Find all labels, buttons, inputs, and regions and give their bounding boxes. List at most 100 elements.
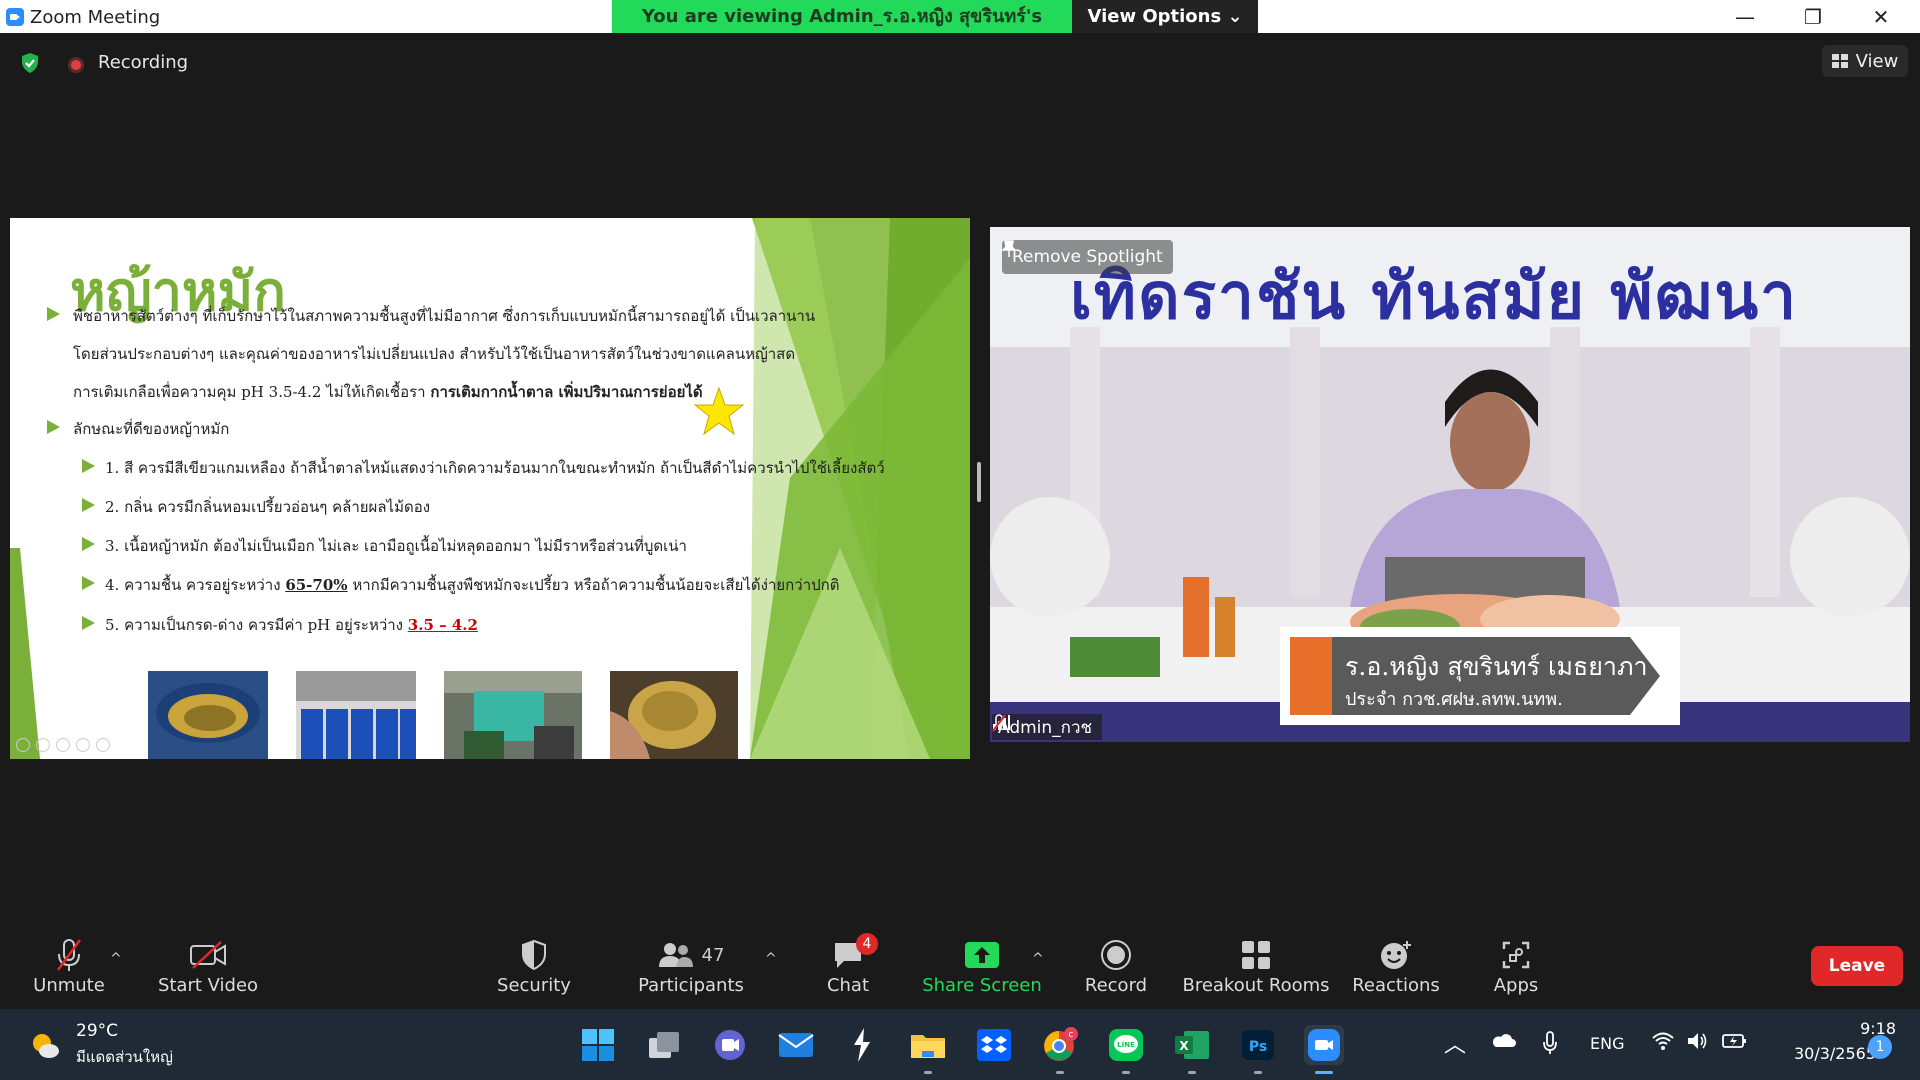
video-off-icon [190, 941, 226, 969]
excel-app[interactable]: X [1172, 1025, 1212, 1074]
record-button[interactable]: Record [1076, 931, 1156, 1009]
notification-badge[interactable]: 1 [1868, 1035, 1892, 1059]
bullet-arrow-icon [82, 498, 95, 512]
stage-backdrop-text: เทิดราชัน ทันสมัย พัฒนา [1070, 259, 1799, 334]
share-screen-button[interactable]: Share Screen [922, 931, 1042, 1009]
slide-list-item: 5. ความเป็นกรด-ด่าง ควรมีค่า pH อยู่ระหว… [105, 613, 478, 637]
spotlight-video-tile[interactable]: เทิดราชัน ทันสมัย พัฒนา ร.อ.หญิง สุขรินท… [990, 227, 1910, 742]
weather-sun-icon[interactable] [30, 1031, 60, 1061]
svg-text:X: X [1179, 1039, 1189, 1053]
file-explorer-app[interactable] [908, 1025, 948, 1074]
share-options-chevron-icon[interactable]: ^ [1032, 951, 1044, 967]
task-view-button[interactable] [644, 1025, 684, 1065]
apps-icon [1502, 941, 1530, 969]
restore-icon: ❐ [1804, 4, 1822, 29]
view-options-button[interactable]: View Options ⌄ [1072, 0, 1258, 33]
participants-button[interactable]: 47 Participants [638, 931, 744, 1009]
participants-label: Participants [638, 975, 744, 996]
chrome-profile-badge: c [1069, 1030, 1074, 1040]
security-button[interactable]: Security [494, 931, 574, 1009]
start-video-button[interactable]: Start Video [156, 931, 260, 1009]
zoom-icon [1308, 1029, 1340, 1061]
weather-description[interactable]: มีแดดส่วนใหญ่ [76, 1045, 173, 1069]
input-language[interactable]: ENG [1590, 1034, 1624, 1053]
leave-button[interactable]: Leave [1811, 946, 1903, 986]
chrome-app[interactable]: c [1040, 1025, 1080, 1074]
zoom-app[interactable] [1304, 1025, 1344, 1074]
teams-chat-app[interactable] [710, 1025, 750, 1065]
record-label: Record [1084, 975, 1148, 996]
excel-icon: X [1175, 1031, 1209, 1059]
bullet-arrow-icon [82, 459, 95, 473]
close-icon: ✕ [1872, 4, 1890, 29]
dropbox-icon [977, 1029, 1011, 1061]
start-button[interactable] [578, 1025, 618, 1065]
shared-screen-slide[interactable]: หญ้าหมัก พืชอาหารสัตว์ต่างๆ ที่เก็บรักษา… [10, 218, 970, 759]
reactions-smiley-icon [1381, 941, 1411, 969]
restore-button[interactable]: ❐ [1784, 0, 1842, 33]
bullet-arrow-icon [82, 576, 95, 590]
participants-options-chevron-icon[interactable]: ^ [765, 951, 777, 967]
title-bar: Zoom Meeting You are viewing Admin_ร.อ.ห… [0, 0, 1920, 60]
silage-hands-photo [610, 671, 738, 759]
svg-text:Ps: Ps [1249, 1039, 1267, 1055]
volume-icon[interactable] [1686, 1031, 1708, 1051]
photoshop-app[interactable]: Ps [1238, 1025, 1278, 1074]
mail-app[interactable] [776, 1025, 816, 1065]
lightning-app[interactable] [842, 1025, 882, 1065]
window-title: Zoom Meeting [30, 7, 161, 28]
microphone-icon[interactable] [1542, 1031, 1558, 1055]
wifi-icon[interactable] [1652, 1031, 1674, 1051]
slide-show-controls[interactable] [16, 738, 110, 752]
security-label: Security [497, 975, 571, 996]
task-view-icon [649, 1032, 679, 1058]
unmute-button[interactable]: Unmute [28, 931, 110, 1009]
dropbox-app[interactable] [974, 1025, 1014, 1065]
split-view-drag-handle[interactable] [977, 462, 981, 502]
minimize-button[interactable]: — [1716, 0, 1774, 33]
slide-text-line: พืชอาหารสัตว์ต่างๆ ที่เก็บรักษาไว้ในสภาพ… [73, 307, 816, 325]
slide-list-item: 1. สี ควรมีสีเขียวแกมเหลือง ถ้าสีน้ำตาลไ… [105, 459, 885, 477]
slide-list-item: 4. ความชื้น ควรอยู่ระหว่าง 65-70% หากมีค… [105, 573, 839, 597]
participants-count: 47 [701, 944, 725, 966]
photoshop-icon: Ps [1242, 1030, 1274, 1060]
encryption-shield-icon[interactable] [18, 51, 42, 75]
show-hidden-icons-chevron-icon[interactable]: ︿ [1444, 1027, 1466, 1059]
bullet-arrow-icon [82, 537, 95, 551]
breakout-rooms-button[interactable]: Breakout Rooms [1182, 931, 1330, 1009]
pen-icon[interactable] [56, 738, 70, 752]
remove-spotlight-button[interactable]: Remove Spotlight [1002, 240, 1173, 274]
folder-icon [911, 1035, 945, 1058]
battery-charging-icon[interactable] [1722, 1031, 1748, 1051]
slide-list-item: 3. เนื้อหญ้าหมัก ต้องไม่เป็นเมือก ไม่เละ… [105, 537, 687, 555]
slide-text-segment: หากมีความชื้นสูงพืชหมักจะเปรี้ยว หรือถ้า… [347, 576, 840, 594]
apps-label: Apps [1493, 975, 1539, 996]
close-button[interactable]: ✕ [1852, 0, 1910, 33]
onedrive-cloud-icon[interactable] [1490, 1031, 1516, 1049]
weather-temperature[interactable]: 29°C [76, 1021, 118, 1041]
zoom-icon[interactable] [96, 738, 110, 752]
windows-start-icon [582, 1029, 614, 1061]
reactions-button[interactable]: Reactions [1352, 931, 1440, 1009]
share-screen-icon [965, 942, 999, 968]
line-app[interactable]: LINE [1106, 1025, 1146, 1074]
slides-grid-icon[interactable] [76, 738, 90, 752]
next-slide-icon[interactable] [36, 738, 50, 752]
breakout-rooms-icon [1242, 941, 1270, 969]
clock-date[interactable]: 30/3/2565 [1766, 1044, 1876, 1063]
participant-name-tag: Admin_กวช [992, 714, 1103, 740]
speaker-banner-role: ประจำ กวช.ศฝษ.ลทพ.นทพ. [1345, 689, 1563, 710]
start-video-label: Start Video [157, 975, 259, 996]
mail-icon [778, 1033, 814, 1057]
prev-slide-icon[interactable] [16, 738, 30, 752]
muted-mic-icon [56, 939, 82, 971]
participants-icon [658, 943, 693, 967]
audio-options-chevron-icon[interactable]: ^ [110, 951, 122, 967]
silage-barrel-photo [148, 671, 268, 759]
apps-button[interactable]: Apps [1486, 931, 1546, 1009]
share-screen-label: Share Screen [922, 975, 1042, 996]
view-button[interactable]: View [1822, 45, 1908, 77]
running-indicator [1188, 1071, 1196, 1074]
chat-button[interactable]: 4 Chat [818, 931, 878, 1009]
chat-label: Chat [826, 975, 870, 996]
